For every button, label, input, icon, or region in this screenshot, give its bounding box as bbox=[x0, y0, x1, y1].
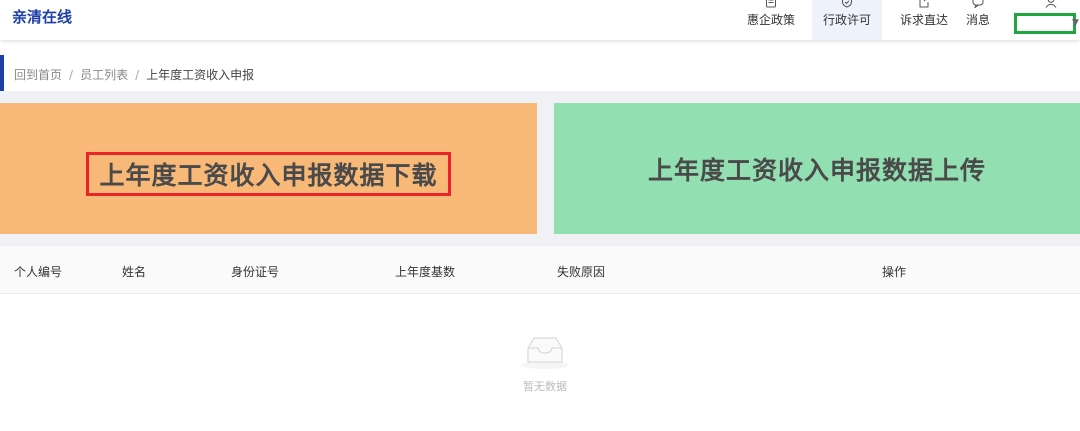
column-header-id-card: 身份证号 bbox=[231, 265, 280, 279]
chevron-down-icon[interactable]: ▼ bbox=[1072, 18, 1079, 28]
column-header-personal-id: 个人编号 bbox=[14, 265, 63, 279]
breadcrumb-separator: / bbox=[135, 67, 140, 82]
breadcrumb-bar: 回到首页 / 员工列表 / 上年度工资收入申报 bbox=[0, 55, 1080, 91]
breadcrumb-current: 上年度工资收入申报 bbox=[146, 68, 255, 82]
breadcrumb: 回到首页 / 员工列表 / 上年度工资收入申报 bbox=[14, 66, 254, 83]
user-icon bbox=[1045, 0, 1057, 8]
breadcrumb-home[interactable]: 回到首页 bbox=[14, 66, 62, 83]
nav-item-policy[interactable]: 惠企政策 bbox=[740, 0, 802, 40]
site-logo[interactable]: 亲清在线 bbox=[12, 6, 72, 27]
table-header: 个人编号 姓名 身份证号 上年度基数 失败原因 操作 bbox=[0, 246, 1080, 294]
column-header-name: 姓名 bbox=[122, 265, 147, 279]
message-icon bbox=[972, 0, 984, 8]
empty-state: 暂无数据 bbox=[515, 334, 575, 394]
nav-label: 行政许可 bbox=[822, 13, 871, 27]
top-header: 亲清在线 惠企政策 行政许可 诉求直达 消息 ▼ bbox=[0, 0, 1080, 40]
download-data-title: 上年度工资收入申报数据下载 bbox=[86, 151, 451, 196]
nav-label: 惠企政策 bbox=[746, 13, 795, 27]
shield-check-icon bbox=[842, 0, 852, 8]
nav-label: 诉求直达 bbox=[899, 13, 948, 27]
nav-item-appeal[interactable]: 诉求直达 bbox=[894, 0, 954, 40]
column-header-fail-reason: 失败原因 bbox=[557, 265, 606, 279]
breadcrumb-separator: / bbox=[69, 67, 74, 82]
policy-icon bbox=[766, 0, 776, 8]
breadcrumb-employee-list[interactable]: 员工列表 bbox=[80, 66, 128, 83]
nav-item-permit[interactable]: 行政许可 bbox=[812, 0, 882, 40]
user-account-highlight[interactable] bbox=[1014, 13, 1076, 34]
nav-item-message[interactable]: 消息 bbox=[960, 0, 996, 40]
upload-data-title: 上年度工资收入申报数据上传 bbox=[647, 155, 986, 185]
column-header-base: 上年度基数 bbox=[395, 265, 456, 279]
export-icon bbox=[919, 0, 929, 8]
column-header-action: 操作 bbox=[882, 265, 907, 279]
empty-inbox-icon bbox=[521, 337, 569, 369]
upload-data-card[interactable]: 上年度工资收入申报数据上传 bbox=[554, 103, 1080, 234]
nav-label: 消息 bbox=[965, 13, 990, 27]
empty-text: 暂无数据 bbox=[523, 380, 567, 393]
download-data-card[interactable]: 上年度工资收入申报数据下载 bbox=[0, 103, 537, 234]
